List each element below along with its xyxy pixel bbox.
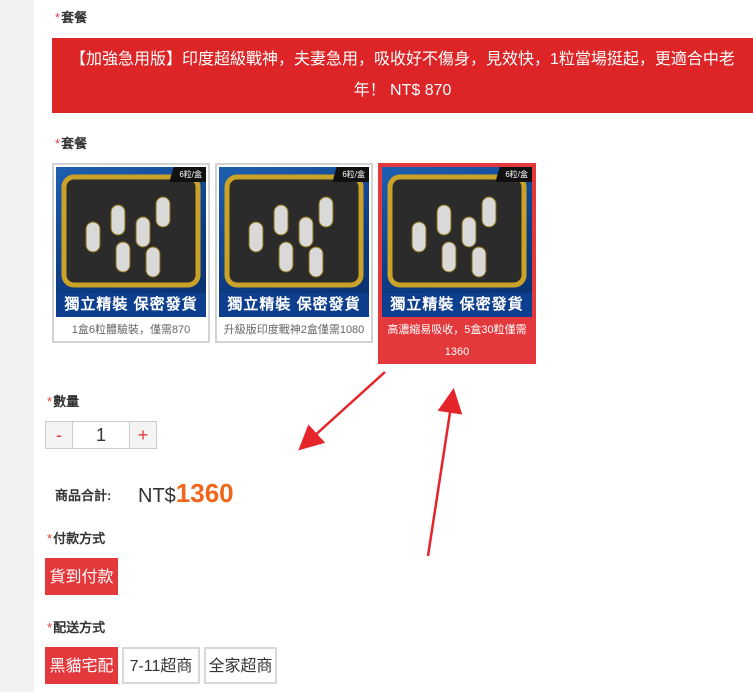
arrow-up (426, 388, 463, 557)
quantity-input[interactable]: 1 (73, 421, 129, 449)
card-caption: 1盒6粒體驗裝，僅需870 (71, 324, 191, 336)
product-image: 6粒/盒 獨立精裝 保密發貨 (56, 167, 206, 317)
quantity-minus-button[interactable]: - (45, 421, 73, 449)
quantity-plus-button[interactable]: + (129, 421, 157, 449)
package-section-label-top: *套餐 (55, 10, 88, 25)
card-badge: 6粒/盒 (169, 167, 206, 182)
card-stripe-text: 獨立精裝 保密發貨 (56, 293, 206, 317)
shipping-option-familymart[interactable]: 全家超商 (204, 647, 277, 684)
card-stripe-text: 獨立精裝 保密發貨 (219, 293, 369, 317)
total-currency: NT$ (138, 485, 176, 507)
shipping-option-711[interactable]: 7-11超商 (122, 647, 200, 684)
shipping-label: *配送方式 (47, 620, 106, 635)
payment-label: *付款方式 (47, 531, 106, 546)
package-section-label: *套餐 (55, 136, 88, 151)
left-gutter (0, 0, 34, 692)
quantity-label: *數量 (47, 394, 80, 409)
arrow-left (298, 371, 386, 451)
card-caption: 高濃縮易吸收，5盒30粒僅需1360 (387, 324, 527, 358)
package-card-2[interactable]: 6粒/盒 獨立精裝 保密發貨 升級版印度戰神2盒僅需1080 (215, 163, 373, 343)
total-price: NT$1360 (138, 478, 234, 509)
total-label: 商品合計: (55, 488, 112, 503)
card-badge: 6粒/盒 (332, 167, 369, 182)
product-image: 6粒/盒 獨立精裝 保密發貨 (219, 167, 369, 317)
card-badge: 6粒/盒 (495, 167, 532, 182)
card-caption: 升級版印度戰神2盒僅需1080 (223, 324, 365, 336)
promo-banner[interactable]: 【加強急用版】印度超級戰神，夫妻急用，吸收好不傷身，見效快，1粒當場挺起，更適合… (52, 38, 753, 113)
payment-option-cod[interactable]: 貨到付款 (45, 558, 118, 595)
total-amount: 1360 (175, 478, 234, 508)
card-stripe-text: 獨立精裝 保密發貨 (382, 293, 532, 317)
banner-line-2: 年！ NT$ 870 (353, 82, 452, 99)
product-image: 6粒/盒 獨立精裝 保密發貨 (382, 167, 532, 317)
shipping-option-black-cat[interactable]: 黑貓宅配 (45, 647, 118, 684)
package-card-1[interactable]: 6粒/盒 獨立精裝 保密發貨 1盒6粒體驗裝，僅需870 (52, 163, 210, 343)
package-card-3-selected[interactable]: 6粒/盒 獨立精裝 保密發貨 高濃縮易吸收，5盒30粒僅需1360 (378, 163, 536, 364)
quantity-stepper[interactable]: - 1 + (45, 421, 157, 449)
banner-line-1: 【加強急用版】印度超級戰神，夫妻急用，吸收好不傷身，見效快，1粒當場挺起，更適合… (70, 51, 735, 68)
